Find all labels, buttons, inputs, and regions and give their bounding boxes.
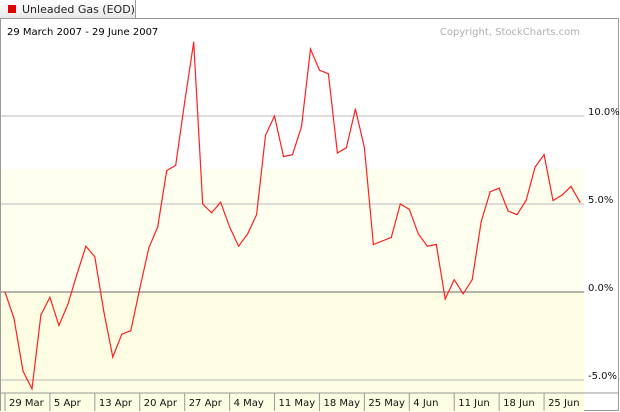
data-point [229,226,231,228]
data-point [58,324,60,327]
data-point [273,115,276,117]
data-point [67,303,69,305]
data-point [498,187,500,189]
data-point [435,243,437,246]
x-tick-label: 25 May [368,398,405,409]
data-point [4,291,6,293]
legend-label: Unleaded Gas (EOD) [22,3,135,16]
x-tick-label: 4 Jun [413,398,438,409]
data-point [31,388,33,390]
data-point [444,298,446,300]
x-tick-label: 13 Apr [99,398,133,409]
upper-band [1,168,584,292]
data-point [507,210,509,212]
data-point [202,203,204,205]
data-point [525,199,527,202]
data-point [408,208,410,210]
data-point [417,233,419,235]
data-point [426,245,428,247]
legend[interactable]: Unleaded Gas (EOD) [0,0,136,19]
data-point [246,233,249,235]
data-point [139,287,141,290]
data-point [354,108,356,110]
x-tick-label: 29 Mar [9,398,45,409]
data-point [282,155,285,158]
data-point [166,169,168,172]
data-point [255,213,258,216]
data-point [552,199,554,202]
data-point [175,164,177,166]
y-tick-label: -5.0% [588,371,617,382]
data-point [103,310,105,312]
data-point [372,243,374,246]
data-point [480,221,482,223]
data-point [49,296,51,298]
data-point [94,256,96,258]
data-point [264,134,267,136]
data-point [85,245,87,247]
data-point [579,201,581,203]
x-tick-label: 18 May [323,398,360,409]
data-point [193,41,195,43]
data-point [318,69,321,71]
data-point [112,356,114,358]
x-tick-label: 11 May [279,398,316,409]
data-point [148,247,150,249]
data-point [336,152,339,154]
data-point [453,279,455,281]
data-point [130,330,132,332]
x-tick-label: 25 Jun [548,398,580,409]
data-point [363,147,365,149]
x-tick-label: 5 Apr [54,398,82,409]
data-point [399,203,401,205]
data-point [471,279,473,281]
data-point [184,101,186,103]
data-point [291,154,294,156]
data-point [543,154,545,156]
data-point [462,293,464,295]
y-tick-label: 0.0% [588,283,613,294]
data-point [309,48,312,50]
date-range: 29 March 2007 - 29 June 2007 [7,27,159,38]
x-tick-label: 11 Jun [458,398,490,409]
data-point [300,125,303,128]
price-chart: 10.0% 5.0% 0.0% -5.0% 29 Mar 5 Apr 13 Apr 20 A… [1,41,620,412]
data-point [345,147,348,149]
data-point [381,240,383,242]
y-tick-label: 10.0% [588,107,620,118]
data-point [390,236,392,239]
data-point [157,226,159,228]
data-point [489,191,491,193]
data-point [327,73,330,75]
data-point [211,212,213,214]
legend-swatch [8,5,16,13]
y-axis: 10.0% 5.0% 0.0% -5.0% [588,107,620,382]
copyright-notice: Copyright, StockCharts.com [439,27,580,38]
x-tick-label: 18 Jun [503,398,535,409]
data-point [561,194,563,196]
data-point [534,166,536,168]
data-point [516,213,518,216]
data-point [220,201,222,203]
x-tick-label: 4 May [234,398,264,409]
lower-band [1,292,584,412]
data-point [76,273,78,275]
x-tick-label: 20 Apr [144,398,178,409]
x-tick-label: 27 Apr [189,398,223,409]
data-point [40,314,42,316]
data-point [570,185,572,187]
y-tick-label: 5.0% [588,195,613,206]
data-point [121,333,123,335]
data-point [13,317,15,319]
data-point [22,370,24,372]
data-point [237,245,240,247]
